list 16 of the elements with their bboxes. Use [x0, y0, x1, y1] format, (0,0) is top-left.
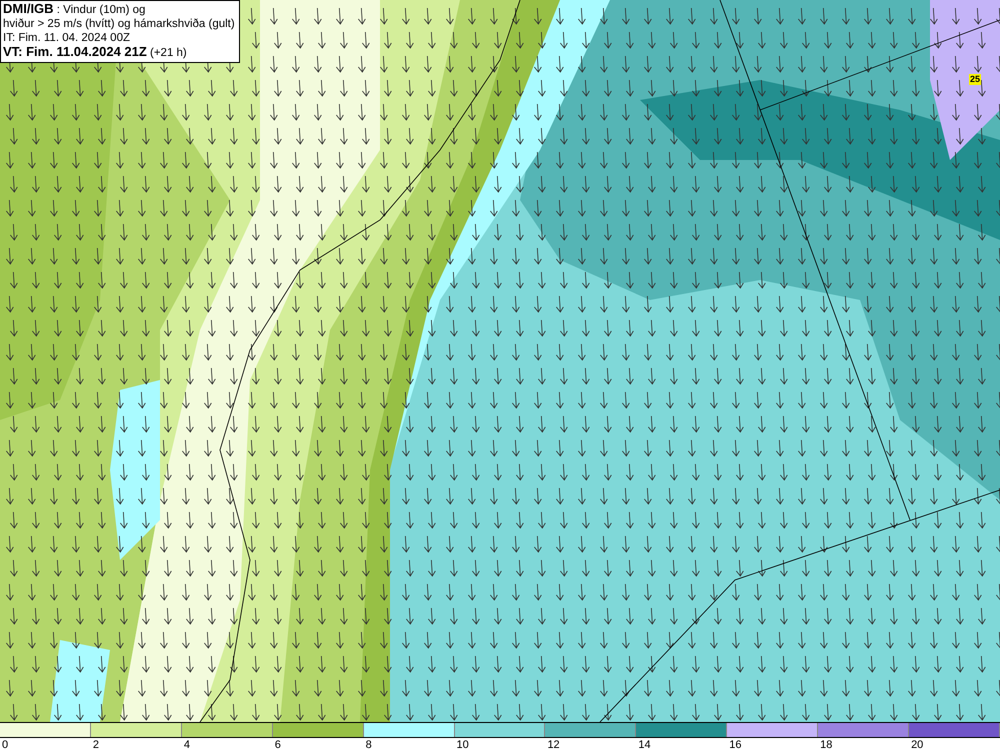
info-text: DMI/IGB : Vindur (10m) og — [3, 2, 146, 17]
legend-label: 14 — [638, 739, 651, 751]
legend-label: 8 — [366, 739, 372, 751]
legend-label: 2 — [92, 739, 100, 751]
legend-label: 10 — [456, 739, 469, 751]
legend-label: 12 — [547, 739, 560, 751]
info-text: hviður > 25 m/s (hvítt) og hámarkshviða (gult) — [3, 17, 235, 31]
legend-label: 20 — [911, 739, 924, 751]
legend-label: 18 — [820, 739, 832, 751]
info-text: IT: Fim. 11. 04. 2024 00Z — [3, 31, 131, 45]
legend-label: 6 — [274, 739, 281, 751]
legend-label: 16 — [729, 739, 742, 751]
legend-label: 0 — [2, 739, 8, 751]
legend-label: 4 — [184, 739, 190, 751]
info-text: VT: Fim. 11.04.2024 21Z (+21 h) — [3, 45, 188, 60]
gust-max-label: 25 — [969, 74, 982, 85]
